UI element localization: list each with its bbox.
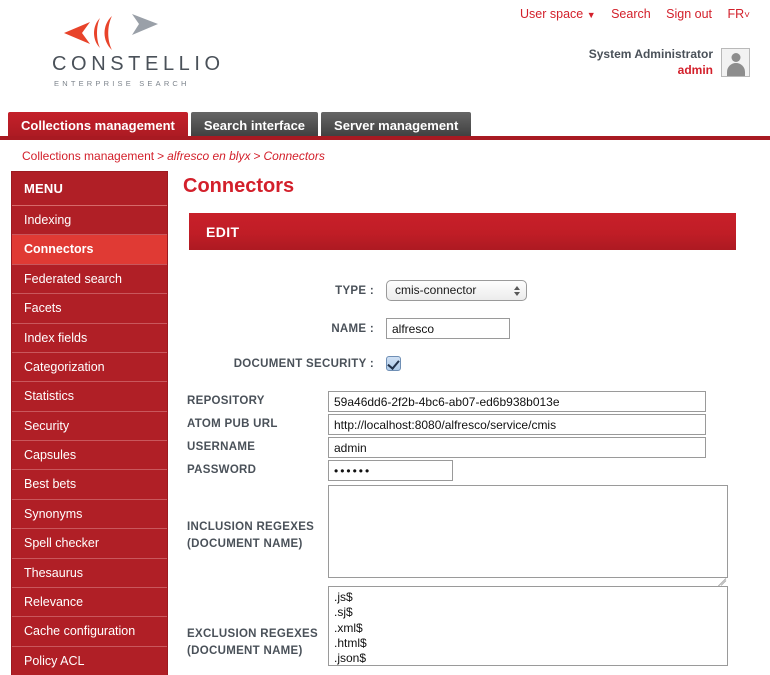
person-avatar-icon[interactable] [721, 47, 750, 77]
user-full-name: System Administrator [588, 47, 713, 61]
form-row-atom-pub-url: ATOM PUB URL [183, 414, 758, 435]
page-title: Connectors [183, 175, 295, 197]
top-navigation: User space ▼ Search Sign out FR˅ [520, 5, 750, 23]
inclusion-regexes-holder [328, 485, 728, 587]
label-inclusion-regexes: INCLUSION REGEXES (DOCUMENT NAME) [183, 485, 328, 552]
logo-wordmark: CONSTELLIO [52, 53, 225, 75]
form-row-type: TYPE : cmis-connector [183, 280, 758, 301]
tabbar-rule [0, 136, 770, 140]
label-document-security: DOCUMENT SECURITY : [233, 357, 374, 370]
form-row-name: NAME : [183, 318, 758, 339]
label-inclusion-regexes-line2: (DOCUMENT NAME) [187, 537, 303, 550]
label-username: USERNAME [187, 441, 256, 454]
sidebar-item-security[interactable]: Security [12, 412, 167, 441]
main-content: Connectors EDIT TYPE : cmis-connector NA… [183, 171, 758, 673]
sidebar-item-thesaurus[interactable]: Thesaurus [12, 559, 167, 588]
sidebar-item-synonyms[interactable]: Synonyms [12, 500, 167, 530]
breadcrumb-separator: > [253, 149, 261, 163]
sidebar-item-best-bets[interactable]: Best bets [12, 470, 167, 500]
label-repository: REPOSITORY [187, 395, 265, 408]
label-atom-pub-url: ATOM PUB URL [187, 418, 278, 431]
logo-tagline: ENTERPRISE SEARCH [54, 79, 190, 88]
label-type: TYPE : [335, 284, 374, 297]
form-row-password: PASSWORD [183, 460, 758, 481]
sidebar-item-categorization[interactable]: Categorization [12, 353, 167, 383]
caret-down-icon: ▼ [586, 10, 596, 20]
form-row-exclusion-regexes: EXCLUSION REGEXES (DOCUMENT NAME) .js$ .… [183, 586, 758, 671]
name-input[interactable] [386, 318, 510, 339]
panel-header-edit: EDIT [189, 213, 736, 250]
sidebar-item-spell-checker[interactable]: Spell checker [12, 529, 167, 559]
chevron-down-icon: ˅ [744, 10, 750, 21]
exclusion-regexes-textarea[interactable]: .js$ .sj$ .xml$ .html$ .json$ .css$ [328, 586, 728, 666]
avatar-head [731, 52, 740, 62]
sidebar-title: MENU [12, 172, 167, 206]
breadcrumb-item-collections-management[interactable]: Collections management [22, 149, 154, 163]
sidebar-item-connectors[interactable]: Connectors [12, 235, 167, 265]
sidebar-item-facets[interactable]: Facets [12, 294, 167, 324]
logo-marks [46, 6, 256, 54]
breadcrumb-item-current: Connectors [263, 149, 325, 163]
user-box: System Administrator admin [589, 46, 750, 78]
document-security-checkbox[interactable] [386, 356, 401, 371]
sidebar-item-index-fields[interactable]: Index fields [12, 324, 167, 353]
sidebar-item-statistics[interactable]: Statistics [12, 382, 167, 412]
form-row-document-security: DOCUMENT SECURITY : [183, 356, 758, 371]
inclusion-regexes-textarea[interactable] [328, 485, 728, 578]
type-select-wrap: cmis-connector [386, 280, 527, 301]
form-top-section: TYPE : cmis-connector NAME : alfresco DO… [183, 280, 758, 371]
breadcrumb-item-collection[interactable]: alfresco en blyx [167, 149, 250, 163]
sidebar-item-federated-search[interactable]: Federated search [12, 265, 167, 295]
form-row-repository: REPOSITORY [183, 391, 758, 412]
label-name: NAME : [331, 322, 374, 335]
label-inclusion-regexes-line1: INCLUSION REGEXES [187, 521, 315, 533]
label-exclusion-regexes-line2: (DOCUMENT NAME) [187, 644, 303, 657]
atom-pub-url-input[interactable] [328, 414, 706, 435]
sidebar-item-policy-acl[interactable]: Policy ACL [12, 647, 167, 675]
exclusion-regexes-holder: .js$ .sj$ .xml$ .html$ .json$ .css$ [328, 586, 728, 671]
sidebar-item-relevance[interactable]: Relevance [12, 588, 167, 618]
label-password: PASSWORD [187, 464, 257, 477]
breadcrumb: Collections management > alfresco en blyx >… [0, 140, 770, 171]
form-lower-section: REPOSITORY ATOM PUB URL USERNAME PASSWOR… [183, 391, 758, 671]
application-window: CONSTELLIO ENTERPRISE SEARCH User space … [0, 0, 770, 675]
page-header: CONSTELLIO ENTERPRISE SEARCH User space … [0, 0, 770, 110]
breadcrumb-separator: > [157, 149, 165, 163]
logo-arrows-icon [64, 14, 158, 50]
user-text: System Administrator admin [589, 46, 713, 78]
sidebar-item-cache-configuration[interactable]: Cache configuration [12, 617, 167, 647]
username-input[interactable] [328, 437, 706, 458]
password-input[interactable] [328, 460, 453, 481]
label-exclusion-regexes: EXCLUSION REGEXES (DOCUMENT NAME) [183, 586, 328, 659]
topnav-search[interactable]: Search [611, 7, 651, 21]
main-tabbar: Collections management Search interface … [0, 110, 770, 140]
constellio-logo: CONSTELLIO ENTERPRISE SEARCH [46, 6, 256, 88]
form-row-username: USERNAME [183, 437, 758, 458]
topnav-user-space[interactable]: User space ▼ [520, 7, 596, 21]
sidebar-item-capsules[interactable]: Capsules [12, 441, 167, 471]
form-row-inclusion-regexes: INCLUSION REGEXES (DOCUMENT NAME) [183, 485, 758, 587]
sidebar-menu: MENU Indexing Connectors Federated searc… [11, 171, 168, 675]
label-exclusion-regexes-line1: EXCLUSION REGEXES [187, 628, 318, 640]
user-account-link[interactable]: admin [589, 62, 713, 78]
repository-input[interactable] [328, 391, 706, 412]
sidebar-item-indexing[interactable]: Indexing [12, 206, 167, 236]
type-select[interactable]: cmis-connector [386, 280, 527, 301]
topnav-language[interactable]: FR˅ [727, 7, 750, 21]
avatar-body [726, 62, 745, 76]
topnav-sign-out[interactable]: Sign out [666, 7, 712, 21]
